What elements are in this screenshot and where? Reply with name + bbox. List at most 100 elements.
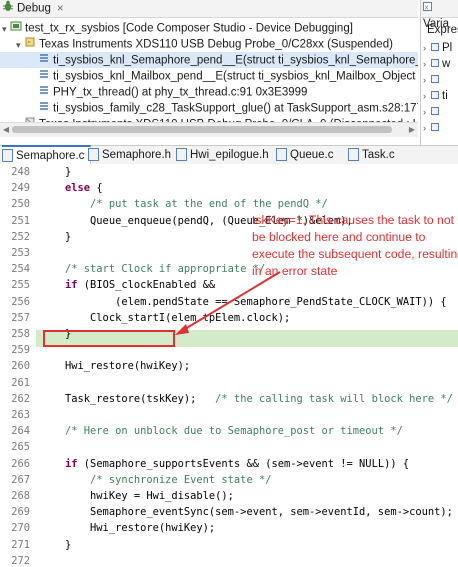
variables-row-label: w <box>442 58 451 71</box>
variables-row[interactable]: › Pl <box>421 40 452 56</box>
editor-tab[interactable]: Queue.c <box>276 146 339 164</box>
cpu-core-icon <box>24 36 36 53</box>
scrollbar-thumb[interactable] <box>12 126 392 133</box>
chevron-right-icon[interactable]: › <box>423 88 431 104</box>
debug-bug-icon <box>2 0 14 17</box>
line-number: 253 <box>11 247 30 259</box>
variables-row[interactable]: › <box>421 104 442 120</box>
debug-tree-row-label: test_tx_rx_sysbios [Code Composer Studio… <box>25 22 353 35</box>
editor-tab-label: Hwi_epilogue.h <box>190 149 269 161</box>
svg-text:x: x <box>425 4 429 12</box>
code-line[interactable]: Clock_startI(elem.tpElem.clock); <box>40 312 290 324</box>
debug-tree-row[interactable]: PHY_tx_thread() at phy_tx_thread.c:91 0x… <box>0 84 418 100</box>
line-number: 268 <box>11 490 30 502</box>
code-line[interactable]: } <box>40 166 71 178</box>
editor-tab-label: Semaphore.h <box>102 149 172 161</box>
code-line[interactable]: (elem.pendState == Semaphore_PendState_C… <box>40 296 447 308</box>
code-line[interactable]: Semaphore_eventSync(sem->event, sem->eve… <box>40 506 453 518</box>
expression-icon <box>431 88 439 104</box>
editor-tab[interactable]: Semaphore.c <box>2 145 92 165</box>
variables-row[interactable]: › ti <box>421 88 448 104</box>
chevron-down-icon[interactable]: ▾ <box>2 21 10 37</box>
debug-view-header: Debug × <box>0 0 418 18</box>
editor-tab-label: Task.c <box>362 149 395 161</box>
debug-tree-row[interactable]: ▾ test_tx_rx_sysbios [Code Composer Studi… <box>0 20 418 36</box>
chevron-right-icon[interactable]: › <box>423 120 431 136</box>
debug-tree-row[interactable]: ti_sysbios_knl_Semaphore_pend__E(struct … <box>0 52 418 68</box>
current-code-line[interactable]: Task_restore(tskKey); /* the calling tas… <box>40 393 453 405</box>
code-line[interactable]: /* Here on unblock due to Semaphore_post… <box>40 425 403 437</box>
line-number: 256 <box>11 295 30 308</box>
line-number: 271 <box>11 538 30 551</box>
horizontal-scrollbar[interactable]: ◀ ▶ <box>0 122 418 137</box>
variables-row[interactable]: › <box>421 120 442 136</box>
expression-icon <box>431 120 439 136</box>
editor-tab[interactable]: Semaphore.h <box>88 146 177 164</box>
code-line[interactable]: /* put task at the end of the pendQ */ <box>40 198 328 210</box>
h-file-icon <box>176 148 187 162</box>
stack-frame-icon <box>38 84 50 101</box>
debug-view: Debug × ▾ test_tx_rx_sysbios [Code Compose… <box>0 0 418 122</box>
expression-icon <box>431 40 439 56</box>
variables-row[interactable]: › w <box>421 56 450 72</box>
expression-icon <box>431 56 439 72</box>
chevron-right-icon[interactable]: › <box>423 72 431 88</box>
h-file-icon <box>88 148 99 162</box>
debug-tree-row[interactable]: ▾ Texas Instruments XDS110 USB Debug Prob… <box>0 36 418 52</box>
line-number: 261 <box>11 376 30 389</box>
variables-view: xVaria Expres ›Pl›w››ti›› <box>420 0 458 145</box>
line-number: 265 <box>11 441 30 454</box>
callout-box <box>43 330 175 347</box>
editor-tab[interactable]: Task.c <box>348 146 401 164</box>
debug-tree-row-label: ti_sysbios_knl_Mailbox_pend__E(struct ti… <box>53 70 418 83</box>
line-number: 266 <box>11 457 30 470</box>
debug-session-icon <box>10 20 22 37</box>
code-line[interactable]: } <box>40 539 71 551</box>
debug-tree-row[interactable]: ti_sysbios_family_c28_TaskSupport_glue()… <box>0 100 418 116</box>
line-number: 270 <box>11 522 30 535</box>
line-number: 255 <box>11 279 30 292</box>
editor-tab[interactable]: Hwi_epilogue.h <box>176 146 275 164</box>
line-number: 252 <box>11 230 30 243</box>
scroll-right-icon[interactable]: ▶ <box>406 123 418 137</box>
expression-icon <box>431 72 439 88</box>
chevron-right-icon[interactable]: › <box>423 56 431 72</box>
c-file-icon <box>276 148 287 162</box>
stack-frame-icon <box>38 52 50 69</box>
line-number: 249 <box>11 182 30 195</box>
c-file-icon <box>2 149 13 163</box>
code-line[interactable]: if (Semaphore_supportsEvents && (sem->ev… <box>40 458 409 470</box>
variables-icon: x <box>423 0 432 16</box>
chevron-down-icon[interactable]: ▾ <box>16 37 24 53</box>
close-icon[interactable]: × <box>57 3 64 15</box>
code-line[interactable]: /* start Clock if appropriate */ <box>40 263 265 275</box>
code-line[interactable]: } <box>40 231 71 243</box>
editor-tab-label: Queue.c <box>290 149 334 161</box>
code-line[interactable]: if (BIOS_clockEnabled && <box>40 279 215 291</box>
chevron-right-icon[interactable]: › <box>423 40 431 56</box>
scroll-left-icon[interactable]: ◀ <box>0 123 12 137</box>
code-line[interactable]: hwiKey = Hwi_disable(); <box>40 490 234 502</box>
code-line[interactable]: Hwi_restore(hwiKey); <box>40 360 190 372</box>
line-number: 251 <box>11 214 30 227</box>
code-line[interactable]: Hwi_restore(hwiKey); <box>40 522 215 534</box>
debug-view-tab[interactable]: Debug × <box>2 0 64 16</box>
debug-tree-row-label: ti_sysbios_family_c28_TaskSupport_glue()… <box>53 102 418 115</box>
variables-row-label: ti <box>442 90 448 103</box>
chevron-right-icon[interactable]: › <box>423 104 431 120</box>
debug-tree-row-label: PHY_tx_thread() at phy_tx_thread.c:91 0x… <box>53 86 308 99</box>
debug-tree-row-label: Texas Instruments XDS110 USB Debug Probe… <box>39 38 393 51</box>
stack-frame-icon <box>38 100 50 117</box>
c-file-icon <box>348 148 359 162</box>
variables-view-tab[interactable]: x Varia <box>423 0 458 30</box>
expression-column-header: Expres <box>427 24 458 36</box>
line-number: 264 <box>11 425 30 438</box>
debug-tree-row[interactable]: ti_sysbios_knl_Mailbox_pend__E(struct ti… <box>0 68 418 84</box>
variables-row[interactable]: › <box>421 72 442 88</box>
line-number: 263 <box>11 409 30 421</box>
code-line[interactable]: else { <box>40 182 103 194</box>
line-number: 259 <box>11 344 30 357</box>
debug-view-tab-label: Debug <box>17 2 51 15</box>
expression-icon <box>431 104 439 120</box>
line-number: 248 <box>11 166 30 178</box>
